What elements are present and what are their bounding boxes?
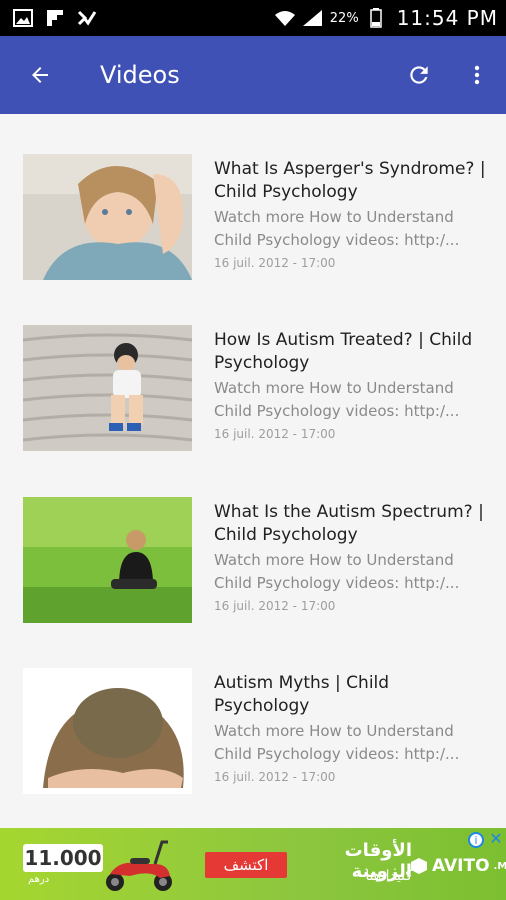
scooter-image — [100, 834, 180, 898]
video-thumbnail — [23, 154, 192, 280]
video-title: What Is the Autism Spectrum? | Child Psy… — [214, 502, 484, 545]
app-bar: Videos — [0, 36, 506, 114]
video-description: Watch more How to Understand Child Psych… — [214, 551, 460, 592]
video-info: Autism Myths | Child Psychology Watch mo… — [214, 672, 486, 784]
video-date: 16 juil. 2012 - 17:00 — [214, 599, 336, 613]
video-info: What Is the Autism Spectrum? | Child Psy… — [214, 501, 486, 613]
video-thumbnail — [23, 497, 192, 623]
task-check-icon — [76, 8, 98, 28]
video-item[interactable]: What Is the Autism Spectrum? | Child Psy… — [0, 497, 506, 657]
ad-price: 11.000 — [23, 844, 103, 872]
signal-icon — [302, 8, 324, 28]
ad-info-icon[interactable]: i — [468, 832, 484, 848]
video-list: What Is Asperger's Syndrome? | Child Psy… — [0, 114, 506, 828]
notification-icons — [12, 8, 98, 28]
refresh-icon — [410, 66, 428, 84]
status-bar: 22% 11:54 PM — [0, 0, 506, 36]
clock: 11:54 PM — [396, 6, 498, 30]
video-description: Watch more How to Understand Child Psych… — [214, 208, 460, 249]
battery-icon — [365, 8, 387, 28]
video-info: How Is Autism Treated? | Child Psycholog… — [214, 329, 486, 441]
back-button[interactable] — [0, 36, 80, 114]
ad-brand-logo: AVITO.MA — [410, 856, 506, 876]
wifi-icon — [274, 8, 296, 28]
system-icons: 22% 11:54 PM — [274, 6, 498, 30]
refresh-button[interactable] — [390, 36, 448, 114]
video-date: 16 juil. 2012 - 17:00 — [214, 427, 336, 441]
flipboard-icon — [44, 8, 66, 28]
video-thumbnail — [23, 668, 192, 794]
video-date: 16 juil. 2012 - 17:00 — [214, 770, 336, 784]
video-date: 16 juil. 2012 - 17:00 — [214, 256, 336, 270]
video-info: What Is Asperger's Syndrome? | Child Psy… — [214, 158, 486, 270]
video-description: Watch more How to Understand Child Psych… — [214, 379, 460, 420]
more-options-button[interactable] — [448, 36, 506, 114]
video-thumbnail — [23, 325, 192, 451]
video-title: What Is Asperger's Syndrome? | Child Psy… — [214, 159, 486, 202]
video-item[interactable]: Autism Myths | Child Psychology Watch mo… — [0, 668, 506, 828]
video-item[interactable]: What Is Asperger's Syndrome? | Child Psy… — [0, 154, 506, 314]
avito-logo-icon — [411, 858, 427, 874]
ad-brand-suffix: .MA — [493, 860, 506, 872]
ad-banner[interactable]: 11.000 درهم اكتشف الأوقات الزوينة كثيدا … — [0, 828, 506, 900]
gallery-icon — [12, 8, 34, 28]
ad-brand-name: AVITO — [432, 856, 490, 876]
page-title: Videos — [100, 61, 180, 89]
video-description: Watch more How to Understand Child Psych… — [214, 722, 460, 763]
ad-currency: درهم — [28, 874, 50, 885]
battery-percent: 22% — [329, 10, 359, 26]
video-title: Autism Myths | Child Psychology — [214, 673, 390, 716]
video-item[interactable]: How Is Autism Treated? | Child Psycholog… — [0, 325, 506, 485]
more-vert-icon — [474, 65, 480, 85]
ad-cta-button[interactable]: اكتشف — [205, 852, 287, 878]
video-title: How Is Autism Treated? | Child Psycholog… — [214, 330, 473, 373]
ad-close-icon[interactable]: ✕ — [488, 829, 504, 848]
ad-subline: كثيدا هنا — [365, 868, 412, 884]
back-arrow-icon — [32, 67, 48, 83]
